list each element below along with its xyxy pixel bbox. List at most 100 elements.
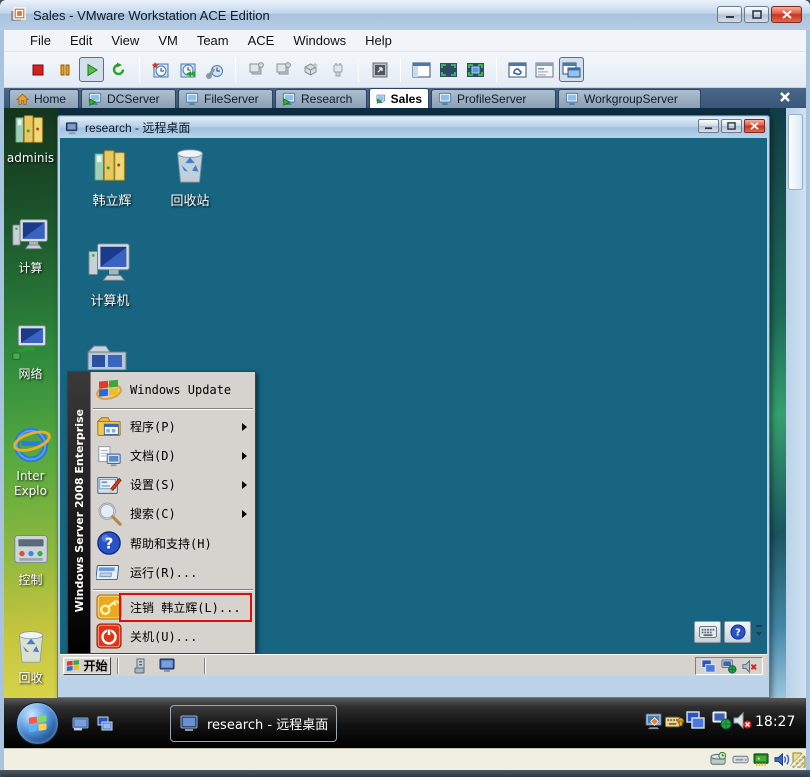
volume-muted-tray-icon[interactable] xyxy=(742,659,757,674)
keyboard-button[interactable] xyxy=(694,621,721,643)
power-on-button[interactable] xyxy=(79,57,104,82)
rdp-minimize-button[interactable] xyxy=(698,119,719,133)
suspend-button[interactable] xyxy=(52,57,77,82)
desktop-icon-recycle-bin[interactable]: 回收 xyxy=(4,626,57,686)
desktop-icon-network[interactable]: 网络 xyxy=(4,322,57,382)
capture-window-button[interactable] xyxy=(367,57,392,82)
guest-start-button[interactable]: 开始 xyxy=(63,657,111,675)
tab-fileserver[interactable]: FileServer xyxy=(178,89,273,108)
vm-tool-button-1[interactable] xyxy=(244,57,269,82)
submenu-arrow-icon xyxy=(242,481,247,489)
console-vertical-scrollbar[interactable] xyxy=(786,108,806,698)
start-menu-item-run[interactable]: 运行(R)... xyxy=(91,558,255,587)
start-orb[interactable] xyxy=(16,702,59,745)
keyboard-lock-tray-icon[interactable] xyxy=(665,715,684,729)
language-bar-options-icon[interactable] xyxy=(754,622,764,642)
cdrom-device-icon[interactable] xyxy=(732,755,749,765)
menu-windows[interactable]: Windows xyxy=(293,33,346,48)
quicklaunch-desktop-icon[interactable] xyxy=(159,658,176,673)
maximize-button[interactable] xyxy=(744,6,769,23)
summary-panel-button[interactable] xyxy=(409,57,434,82)
start-menu-item-logoff[interactable]: 注销 韩立辉(L)... xyxy=(91,593,255,622)
start-menu-item-documents[interactable]: 文档(D) xyxy=(91,441,255,470)
rdp-tray-icon[interactable] xyxy=(701,659,716,674)
desktop-icon-administrator[interactable]: adminis xyxy=(4,110,57,165)
vmware-tools-tray-icon[interactable] xyxy=(645,712,664,731)
desktop-icon-control-panel[interactable]: 控制 xyxy=(4,532,57,588)
vm-icon xyxy=(438,92,452,106)
close-icon xyxy=(750,122,759,130)
scrollbar-thumb[interactable] xyxy=(788,114,803,190)
start-menu-item-programs[interactable]: 程序(P) xyxy=(91,412,255,441)
menu-view[interactable]: View xyxy=(111,33,139,48)
start-menu-item-help[interactable]: ? 帮助和支持(H) xyxy=(91,528,255,557)
rdp-titlebar[interactable]: research - 远程桌面 xyxy=(60,117,767,138)
desktop-icon-computer[interactable]: 计算 xyxy=(4,216,57,276)
rdp-maximize-button[interactable] xyxy=(721,119,742,133)
minimize-button[interactable] xyxy=(717,6,742,23)
hard-disk-device-icon[interactable] xyxy=(710,752,727,768)
snapshot-manager-button[interactable] xyxy=(202,57,227,82)
reset-button[interactable] xyxy=(106,57,131,82)
summary-view-button[interactable] xyxy=(532,57,557,82)
network-tray-icon[interactable] xyxy=(721,659,737,674)
taskbar-clock[interactable]: 18:27 xyxy=(755,714,795,730)
tab-sales[interactable]: Sales xyxy=(369,88,429,108)
start-menu-item-windows-update[interactable]: Windows Update xyxy=(91,374,255,406)
play-icon xyxy=(85,63,99,77)
guest-icon-computer[interactable]: 计算机 xyxy=(72,240,148,309)
tab-dcserver[interactable]: DCServer xyxy=(81,89,176,108)
menu-help[interactable]: Help xyxy=(365,33,392,48)
partial-folder-icon[interactable] xyxy=(84,344,130,370)
start-menu-item-settings[interactable]: 设置(S) xyxy=(91,470,255,499)
revert-snapshot-button[interactable] xyxy=(175,57,200,82)
close-button[interactable] xyxy=(771,6,802,23)
network-adapter-device-icon[interactable] xyxy=(753,752,770,767)
start-menu-item-shutdown[interactable]: 关机(U)... xyxy=(91,622,255,651)
resize-grip[interactable] xyxy=(790,754,804,768)
tab-workgroupserver[interactable]: WorkgroupServer xyxy=(558,89,701,108)
start-menu-item-search[interactable]: 搜索(C) xyxy=(91,499,255,528)
show-desktop-icon[interactable] xyxy=(72,717,89,731)
quicklaunch-server-icon[interactable] xyxy=(133,658,149,674)
menu-team[interactable]: Team xyxy=(197,33,229,48)
guest-icon-recycle-bin[interactable]: 回收站 xyxy=(152,144,228,209)
menu-file[interactable]: File xyxy=(30,33,51,48)
quick-switch-button[interactable] xyxy=(463,57,488,82)
tab-home[interactable]: Home xyxy=(9,89,79,108)
switch-windows-icon[interactable] xyxy=(97,716,114,732)
rdp-tray-icon[interactable] xyxy=(686,711,705,730)
ace-settings-icon xyxy=(508,62,527,78)
network-tray-icon[interactable] xyxy=(712,711,732,730)
desktop-icon-label: 控制 xyxy=(18,571,42,588)
menu-vm[interactable]: VM xyxy=(158,33,178,48)
take-snapshot-button[interactable] xyxy=(148,57,173,82)
manage-ace-button[interactable] xyxy=(505,57,530,82)
volume-muted-tray-icon[interactable] xyxy=(733,711,752,730)
user-folders-icon xyxy=(91,146,133,186)
language-help-button[interactable]: ? xyxy=(724,621,751,643)
console-view-button[interactable] xyxy=(559,57,584,82)
guest-icon-user-folder[interactable]: 韩立辉 xyxy=(74,146,150,209)
menu-edit[interactable]: Edit xyxy=(70,33,92,48)
tab-research[interactable]: Research xyxy=(275,89,367,108)
guest-taskbar: 开始 xyxy=(60,654,767,676)
fullscreen-button[interactable] xyxy=(436,57,461,82)
rdp-close-button[interactable] xyxy=(744,119,765,133)
sound-device-icon[interactable] xyxy=(774,752,791,767)
tab-close-icon[interactable] xyxy=(778,90,792,104)
vm-tool-button-3[interactable] xyxy=(298,57,323,82)
taskbar-button-research[interactable]: research - 远程桌面 xyxy=(170,705,337,742)
guest-start-label: 开始 xyxy=(83,657,107,674)
tab-label: WorkgroupServer xyxy=(584,92,678,106)
window-titlebar[interactable]: Sales - VMware Workstation ACE Edition xyxy=(0,0,810,30)
user-folders-icon xyxy=(12,110,50,148)
tab-profileserver[interactable]: ProfileServer xyxy=(431,89,556,108)
menu-ace[interactable]: ACE xyxy=(248,33,275,48)
desktop-icon-label: 网络 xyxy=(18,365,42,382)
power-off-button[interactable] xyxy=(25,57,50,82)
taskbar-separator xyxy=(204,658,206,674)
vm-tool-button-4[interactable] xyxy=(325,57,350,82)
desktop-icon-internet-explorer[interactable]: Inter Explo xyxy=(4,424,57,499)
vm-tool-button-2[interactable] xyxy=(271,57,296,82)
